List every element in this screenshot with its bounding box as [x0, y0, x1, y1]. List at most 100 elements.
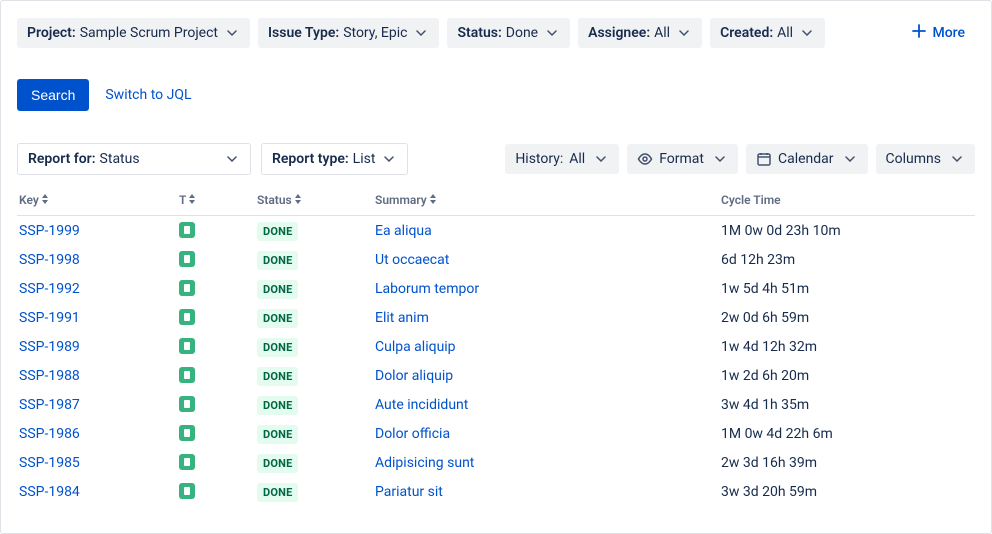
results-table: Key T Status — [17, 187, 975, 506]
filter-more[interactable]: More — [902, 17, 975, 49]
filter-assignee[interactable]: Assignee: All — [578, 18, 702, 48]
issue-key-link[interactable]: SSP-1998 — [19, 252, 80, 268]
story-type-icon — [179, 222, 195, 238]
col-header-cycle-time[interactable]: Cycle Time — [719, 187, 975, 216]
table-row: SSP-1992 DONE Laborum tempor 1w 5d 4h 51m — [17, 274, 975, 303]
table-row: SSP-1986 DONE Dolor officia 1M 0w 4d 22h 6m — [17, 419, 975, 448]
col-header-status-label: Status — [257, 193, 292, 207]
chevron-down-icon — [593, 151, 609, 167]
chevron-down-icon — [413, 25, 429, 41]
col-header-type-label: T — [179, 193, 186, 207]
issue-summary-link[interactable]: Dolor aliquip — [375, 368, 453, 384]
table-row: SSP-1999DONEEa aliqua1M 0w 0d 23h 10m — [17, 216, 975, 246]
issue-key-link[interactable]: SSP-1984 — [19, 484, 80, 500]
filter-assignee-value: All — [654, 25, 670, 41]
chevron-down-icon — [799, 25, 815, 41]
filter-project[interactable]: Project: Sample Scrum Project — [17, 18, 250, 48]
table-row: SSP-1985 DONE Adipisicing sunt 2w 3d 16h 39… — [17, 448, 975, 477]
filter-created-label: Created: — [720, 25, 773, 41]
status-badge: DONE — [257, 367, 298, 386]
issue-summary-link[interactable]: Ea aliqua — [375, 223, 432, 239]
format-button[interactable]: Format — [627, 144, 738, 174]
filter-assignee-label: Assignee: — [588, 25, 650, 41]
columns-button[interactable]: Columns — [876, 144, 975, 174]
filter-created[interactable]: Created: All — [710, 18, 825, 48]
issue-key-link[interactable]: SSP-1988 — [19, 368, 80, 384]
status-badge: DONE — [257, 280, 298, 299]
issue-summary-link[interactable]: Culpa aliquip — [375, 339, 456, 355]
issue-key-link[interactable]: SSP-1987 — [19, 397, 80, 413]
issue-summary-link[interactable]: Adipisicing sunt — [375, 455, 474, 471]
chevron-down-icon — [842, 151, 858, 167]
table-row: SSP-1989DONECulpa aliquip1w 4d 12h 32m — [17, 332, 975, 361]
filter-created-value: All — [777, 25, 793, 41]
cycle-time-value: 1w 5d 4h 51m — [719, 274, 975, 303]
issue-key-link[interactable]: SSP-1991 — [19, 310, 80, 326]
col-header-key-label: Key — [19, 193, 39, 207]
filter-bar: Project: Sample Scrum Project Issue Type… — [1, 1, 991, 49]
issue-key-link[interactable]: SSP-1992 — [19, 281, 80, 297]
story-type-icon — [179, 280, 195, 296]
col-header-summary-label: Summary — [375, 193, 427, 207]
status-badge: DONE — [257, 483, 298, 502]
cycle-time-value: 2w 3d 16h 39m — [719, 448, 975, 477]
sort-icon — [188, 193, 196, 207]
issue-summary-link[interactable]: Aute incididunt — [375, 397, 468, 413]
calendar-button[interactable]: Calendar — [746, 144, 868, 174]
status-badge: DONE — [257, 425, 298, 444]
chevron-down-icon — [949, 151, 965, 167]
issue-summary-link[interactable]: Elit anim — [375, 310, 429, 326]
col-header-type[interactable]: T — [177, 187, 255, 216]
cycle-time-value: 6d 12h 23m — [719, 245, 975, 274]
story-type-icon — [179, 396, 195, 412]
col-header-status[interactable]: Status — [255, 187, 373, 216]
issue-key-link[interactable]: SSP-1985 — [19, 455, 80, 471]
filter-issue-type-value: Story, Epic — [343, 25, 407, 41]
story-type-icon — [179, 483, 195, 499]
issue-summary-link[interactable]: Pariatur sit — [375, 484, 443, 500]
status-badge: DONE — [257, 396, 298, 415]
issue-summary-link[interactable]: Laborum tempor — [375, 281, 479, 297]
chevron-down-icon — [676, 25, 692, 41]
filter-status-label: Status: — [457, 25, 501, 41]
filter-status-value: Done — [506, 25, 538, 41]
report-type-label: Report type: — [272, 151, 349, 167]
issue-summary-link[interactable]: Dolor officia — [375, 426, 450, 442]
columns-label: Columns — [886, 151, 941, 167]
col-header-key[interactable]: Key — [17, 187, 177, 216]
issue-key-link[interactable]: SSP-1986 — [19, 426, 80, 442]
story-type-icon — [179, 251, 195, 267]
action-row: Search Switch to JQL — [1, 49, 991, 111]
cycle-time-value: 3w 3d 20h 59m — [719, 477, 975, 506]
issue-key-link[interactable]: SSP-1999 — [19, 223, 80, 239]
status-badge: DONE — [257, 454, 298, 473]
story-type-icon — [179, 338, 195, 354]
cycle-time-value: 2w 0d 6h 59m — [719, 303, 975, 332]
report-for-dropdown[interactable]: Report for: Status — [17, 143, 251, 175]
filter-status[interactable]: Status: Done — [447, 18, 570, 48]
sort-icon — [294, 193, 302, 207]
format-label: Format — [659, 151, 704, 167]
toolbar-row: Report for: Status Report type: List His… — [1, 111, 991, 187]
search-button[interactable]: Search — [17, 79, 89, 111]
chevron-down-icon — [224, 25, 240, 41]
filter-more-label: More — [932, 25, 965, 41]
history-dropdown[interactable]: History: All — [505, 144, 619, 174]
issue-summary-link[interactable]: Ut occaecat — [375, 252, 449, 268]
filter-project-label: Project: — [27, 25, 76, 41]
story-type-icon — [179, 454, 195, 470]
sort-icon — [41, 193, 49, 207]
cycle-time-value: 1w 2d 6h 20m — [719, 361, 975, 390]
calendar-label: Calendar — [778, 151, 834, 167]
report-type-dropdown[interactable]: Report type: List — [261, 143, 408, 175]
chevron-down-icon — [544, 25, 560, 41]
filter-issue-type[interactable]: Issue Type: Story, Epic — [258, 18, 439, 48]
status-badge: DONE — [257, 309, 298, 328]
col-header-summary[interactable]: Summary — [373, 187, 719, 216]
cycle-time-value: 1M 0w 4d 22h 6m — [719, 419, 975, 448]
table-row: SSP-1991 DONE Elit anim 2w 0d 6h 59m — [17, 303, 975, 332]
history-label: History: — [515, 151, 563, 167]
col-header-cycle-time-label: Cycle Time — [721, 193, 781, 207]
switch-to-jql-link[interactable]: Switch to JQL — [105, 87, 191, 103]
issue-key-link[interactable]: SSP-1989 — [19, 339, 80, 355]
